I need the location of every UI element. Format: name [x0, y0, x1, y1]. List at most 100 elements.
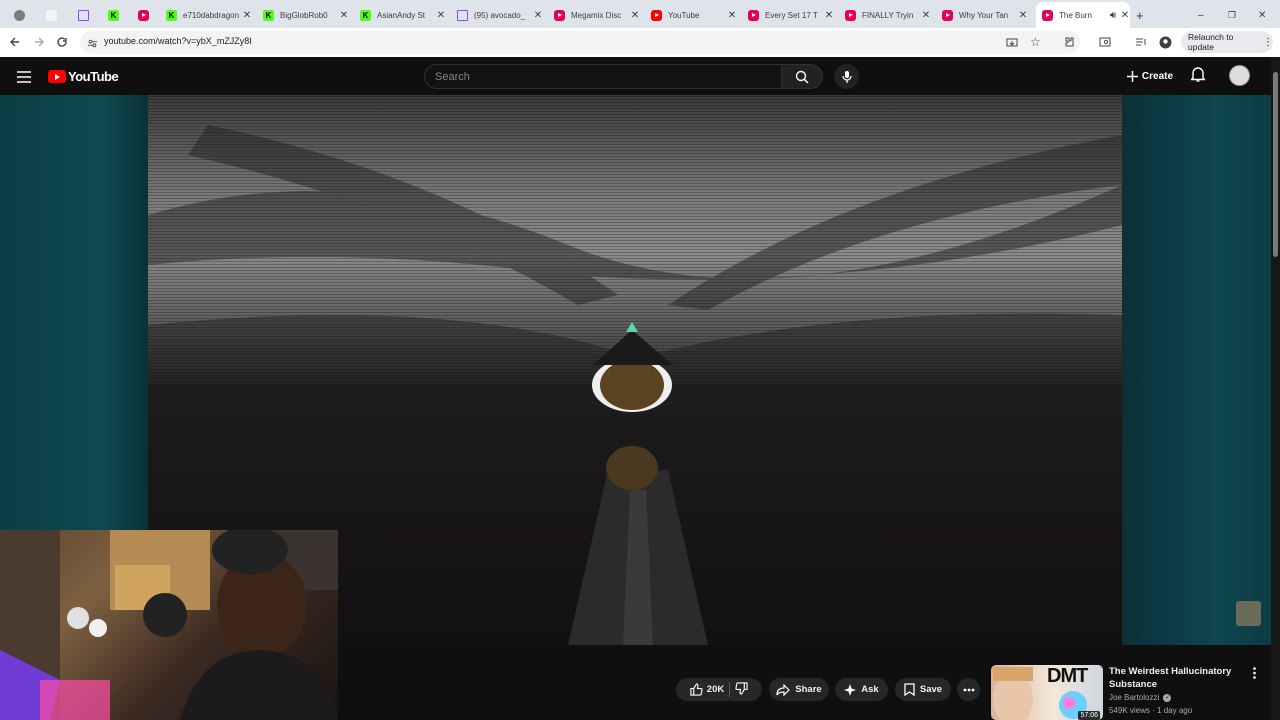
tab-title: (95) avocado_ — [474, 10, 526, 20]
profile-icon[interactable] — [1156, 33, 1174, 51]
hamburger-menu-icon[interactable] — [17, 70, 31, 88]
browser-tab-active[interactable]: The Burn 🔊︎ ✕ — [1036, 2, 1130, 28]
tab-title: Megamix Disc — [571, 10, 622, 20]
save-button[interactable]: Save — [895, 678, 951, 701]
channel-watermark[interactable] — [1236, 601, 1261, 626]
extensions-icon[interactable] — [1060, 33, 1078, 51]
youtube-logo-text: YouTube — [68, 69, 119, 84]
youtube-header: YouTube Create — [0, 57, 1280, 95]
channel-name: Joe Bartolozzi — [1109, 693, 1160, 702]
search-box — [424, 64, 782, 89]
recommended-thumbnail[interactable]: DMT 57:06 — [991, 665, 1103, 720]
install-app-icon[interactable] — [1006, 36, 1018, 54]
restore-button[interactable]: ❐ — [1228, 4, 1240, 26]
tab-close-icon[interactable]: ✕ — [436, 10, 446, 21]
recommended-channel[interactable]: Joe Bartolozzi ✓ — [1109, 693, 1172, 702]
video-character — [568, 322, 708, 645]
youtube-icon — [942, 9, 953, 21]
browser-tab[interactable]: (95) avocado_ ✕ — [457, 4, 543, 26]
more-horizontal-icon — [963, 688, 974, 691]
more-actions-button[interactable] — [957, 678, 980, 701]
twitch-icon — [457, 9, 468, 21]
like-button[interactable]: 20K — [690, 683, 724, 696]
tab-close-icon[interactable]: ✕ — [921, 10, 931, 21]
browser-tab[interactable]: FINALLY Tryin ✕ — [845, 4, 931, 26]
bookmark-star-icon[interactable]: ☆ — [1030, 35, 1041, 49]
create-label: Create — [1141, 71, 1174, 82]
media-control-icon[interactable] — [1132, 33, 1150, 51]
verified-badge-icon: ✓ — [1163, 693, 1172, 702]
browser-tab[interactable]: Every Set 17 T ✕ — [748, 4, 834, 26]
twitch-icon — [78, 9, 89, 21]
microphone-icon — [841, 70, 852, 83]
tab-favicon-icon — [46, 9, 57, 21]
tab-title: Why Your Tan — [959, 10, 1009, 20]
browser-tab[interactable] — [138, 4, 160, 26]
tab-close-icon[interactable]: ✕ — [242, 10, 252, 21]
browser-tab[interactable]: K — [108, 4, 130, 26]
tab-close-icon[interactable]: ✕ — [824, 10, 834, 21]
recommended-title[interactable]: The Weirdest Hallucinatory Substance — [1109, 665, 1239, 691]
tab-close-icon[interactable]: ✕ — [1120, 10, 1130, 21]
browser-tab[interactable] — [46, 4, 68, 26]
ask-label: Ask — [861, 684, 879, 695]
tab-close-icon[interactable]: ✕ — [727, 10, 737, 21]
browser-tab[interactable]: Why Your Tan ✕ — [942, 4, 1028, 26]
youtube-logo[interactable]: YouTube — [48, 69, 119, 84]
url-text[interactable]: youtube.com/watch?v=ybX_mZJZy8I — [104, 36, 252, 46]
speaker-icon[interactable]: 🔊︎ — [1106, 10, 1120, 21]
browser-tab[interactable] — [14, 4, 36, 26]
kebab-menu-icon: ⋮ — [1263, 36, 1273, 48]
search-icon — [795, 70, 809, 84]
tab-close-icon[interactable]: ✕ — [339, 10, 349, 21]
ask-button[interactable]: Ask — [835, 678, 888, 701]
browser-tab[interactable]: YouTube ✕ — [651, 4, 737, 26]
account-avatar[interactable] — [1229, 65, 1250, 86]
browser-toolbar: youtube.com/watch?v=ybX_mZJZy8I ☆ Relaun… — [0, 28, 1280, 57]
streamer-webcam — [0, 530, 338, 720]
forward-button[interactable] — [30, 33, 48, 51]
bookmark-icon — [904, 683, 915, 696]
thumbs-down-icon — [735, 681, 748, 695]
share-label: Share — [795, 684, 822, 695]
search-input[interactable] — [425, 65, 781, 88]
kick-icon: K — [166, 9, 177, 21]
scrollbar-thumb[interactable] — [1273, 72, 1278, 257]
create-button[interactable]: Create — [1119, 64, 1181, 89]
browser-tab[interactable]: K AsianAndy St ✕ — [360, 4, 446, 26]
recommended-menu-icon[interactable] — [1246, 664, 1262, 682]
site-info-icon[interactable] — [87, 36, 98, 54]
relaunch-to-update-button[interactable]: Relaunch to update ⋮ — [1181, 31, 1273, 53]
browser-tab[interactable] — [78, 4, 100, 26]
address-bar[interactable]: youtube.com/watch?v=ybX_mZJZy8I ☆ — [80, 31, 1080, 54]
notifications-bell-icon[interactable] — [1189, 66, 1207, 87]
tab-close-icon[interactable]: ✕ — [630, 10, 640, 21]
youtube-icon — [554, 9, 565, 21]
voice-search-button[interactable] — [834, 64, 859, 89]
close-window-button[interactable]: ✕ — [1258, 4, 1270, 26]
browser-tab[interactable]: Megamix Disc ✕ — [554, 4, 640, 26]
share-button[interactable]: Share — [769, 678, 829, 701]
tab-title: BigGlobRob0 — [280, 10, 328, 20]
share-icon — [776, 683, 791, 696]
back-button[interactable] — [6, 33, 24, 51]
relaunch-label: Relaunch to update — [1188, 32, 1234, 52]
plus-icon — [1126, 71, 1138, 82]
browser-tab[interactable]: K BigGlobRob0 ✕ — [263, 4, 349, 26]
search-button[interactable] — [781, 64, 823, 89]
new-tab-button[interactable]: + — [1136, 4, 1150, 26]
thumbnail-text: DMT — [1047, 665, 1088, 687]
browser-tab[interactable]: K e710dabdragon ✕ — [166, 4, 252, 26]
tab-title: FINALLY Tryin — [862, 10, 914, 20]
tab-search-icon[interactable] — [1096, 33, 1114, 51]
sparkle-icon — [844, 683, 857, 696]
save-label: Save — [919, 684, 943, 695]
tab-close-icon[interactable]: ✕ — [1018, 10, 1028, 21]
tab-close-icon[interactable]: ✕ — [533, 10, 543, 21]
browser-tab-strip: K K e710dabdragon ✕ K BigGlobRob0 ✕ K As… — [0, 0, 1280, 28]
reload-button[interactable] — [53, 33, 71, 51]
tab-title: Every Set 17 T — [765, 10, 818, 20]
dislike-button[interactable] — [735, 681, 748, 698]
video-duration: 57:06 — [1078, 711, 1100, 720]
minimize-button[interactable]: – — [1198, 4, 1210, 26]
